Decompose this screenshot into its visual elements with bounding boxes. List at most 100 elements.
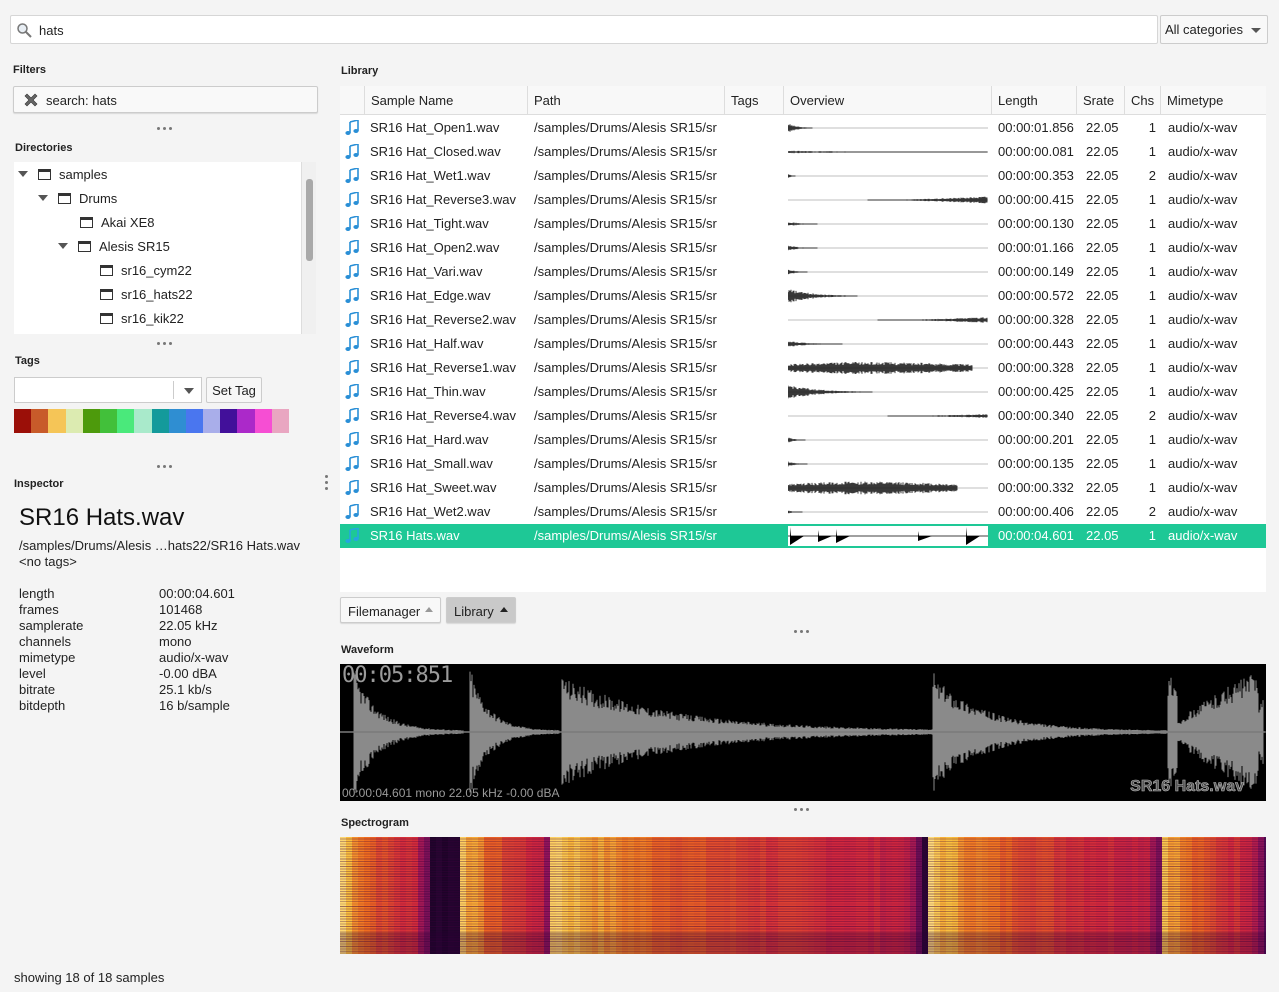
- tags-title: Tags: [15, 355, 40, 367]
- filter-chip[interactable]: search: hats: [13, 86, 318, 113]
- expand-arrow-icon[interactable]: [38, 195, 48, 201]
- column-header-icon[interactable]: [340, 86, 365, 115]
- cell-path: /samples/Drums/Alesis SR15/sr: [534, 408, 717, 423]
- tree-item-alesis-sr15[interactable]: Alesis SR15: [58, 234, 170, 258]
- table-row[interactable]: SR16 Hat_Edge.wav/samples/Drums/Alesis S…: [340, 284, 1266, 308]
- spectrogram-graph: [340, 837, 1266, 954]
- cell-path: /samples/Drums/Alesis SR15/sr: [534, 264, 717, 279]
- column-header-path[interactable]: Path: [528, 86, 725, 115]
- chevron-down-icon[interactable]: [184, 388, 194, 394]
- search-input[interactable]: [39, 19, 1139, 41]
- expand-arrow-icon[interactable]: [18, 171, 28, 177]
- tag-input[interactable]: [14, 377, 202, 403]
- cell-path: /samples/Drums/Alesis SR15/sr: [534, 216, 717, 231]
- table-row[interactable]: SR16 Hat_Reverse2.wav/samples/Drums/Ales…: [340, 308, 1266, 332]
- column-header-srate[interactable]: Srate: [1077, 86, 1125, 115]
- library-table[interactable]: Sample Name Path Tags Overview Length Sr…: [340, 86, 1266, 592]
- cell-name: SR16 Hat_Reverse2.wav: [370, 312, 516, 327]
- tag-color-swatch[interactable]: [82, 409, 100, 433]
- splitter-handle[interactable]: [157, 342, 177, 348]
- table-row[interactable]: SR16 Hat_Thin.wav/samples/Drums/Alesis S…: [340, 380, 1266, 404]
- vertical-splitter-handle[interactable]: [325, 475, 329, 495]
- table-row[interactable]: SR16 Hat_Sweet.wav/samples/Drums/Alesis …: [340, 476, 1266, 500]
- cell-tags: [731, 428, 781, 452]
- column-header-overview[interactable]: Overview: [784, 86, 992, 115]
- tree-item-sr16-hats22[interactable]: sr16_hats22: [100, 282, 193, 306]
- table-row[interactable]: SR16 Hat_Wet1.wav/samples/Drums/Alesis S…: [340, 164, 1266, 188]
- tag-color-swatch[interactable]: [65, 409, 83, 433]
- cell-tags: [731, 500, 781, 524]
- table-row[interactable]: SR16 Hat_Reverse3.wav/samples/Drums/Ales…: [340, 188, 1266, 212]
- column-header-mimetype[interactable]: Mimetype: [1161, 86, 1266, 115]
- table-row[interactable]: SR16 Hat_Tight.wav/samples/Drums/Alesis …: [340, 212, 1266, 236]
- table-row[interactable]: SR16 Hat_Half.wav/samples/Drums/Alesis S…: [340, 332, 1266, 356]
- table-header: Sample Name Path Tags Overview Length Sr…: [340, 86, 1266, 115]
- spectrogram-view[interactable]: [340, 837, 1266, 954]
- tree-item-akai-xe8[interactable]: Akai XE8: [80, 210, 154, 234]
- table-row[interactable]: SR16 Hat_Open2.wav/samples/Drums/Alesis …: [340, 236, 1266, 260]
- column-header-name[interactable]: Sample Name: [365, 86, 528, 115]
- cell-mimetype: audio/x-wav: [1168, 456, 1238, 471]
- splitter-handle[interactable]: [794, 630, 814, 636]
- tree-item-samples[interactable]: samples: [18, 162, 107, 186]
- set-tag-button[interactable]: Set Tag: [206, 377, 262, 403]
- directory-scrollbar[interactable]: [301, 162, 316, 334]
- cell-chs: 1: [1148, 336, 1156, 351]
- tree-item-drums[interactable]: Drums: [38, 186, 117, 210]
- tag-color-swatch[interactable]: [254, 409, 272, 433]
- property-key: bitdepth: [19, 698, 66, 713]
- table-row[interactable]: SR16 Hat_Wet2.wav/samples/Drums/Alesis S…: [340, 500, 1266, 524]
- column-header-chs[interactable]: Chs: [1125, 86, 1161, 115]
- splitter-handle[interactable]: [794, 808, 814, 814]
- property-value: audio/x-wav: [159, 650, 229, 665]
- table-row[interactable]: SR16 Hat_Reverse1.wav/samples/Drums/Ales…: [340, 356, 1266, 380]
- splitter-handle[interactable]: [157, 127, 177, 133]
- tag-color-swatch[interactable]: [203, 409, 221, 433]
- table-row[interactable]: SR16 Hats.wav/samples/Drums/Alesis SR15/…: [340, 524, 1266, 548]
- column-header-length[interactable]: Length: [992, 86, 1077, 115]
- search-bar[interactable]: [10, 15, 1158, 44]
- tag-color-swatches[interactable]: [14, 409, 289, 433]
- tag-color-swatch[interactable]: [185, 409, 204, 433]
- table-row[interactable]: SR16 Hat_Hard.wav/samples/Drums/Alesis S…: [340, 428, 1266, 452]
- cell-path: /samples/Drums/Alesis SR15/sr: [534, 384, 717, 399]
- tag-color-swatch[interactable]: [31, 409, 49, 433]
- tag-color-swatch[interactable]: [99, 409, 118, 433]
- overview-waveform: [788, 341, 988, 347]
- tab-library[interactable]: Library: [446, 597, 516, 623]
- tree-item-label: samples: [59, 166, 108, 182]
- tag-color-swatch[interactable]: [14, 409, 32, 433]
- table-row[interactable]: SR16 Hat_Reverse4.wav/samples/Drums/Ales…: [340, 404, 1266, 428]
- tag-color-swatch[interactable]: [237, 409, 255, 433]
- tag-color-swatch[interactable]: [271, 409, 289, 433]
- tag-color-swatch[interactable]: [168, 409, 186, 433]
- table-row[interactable]: SR16 Hat_Open1.wav/samples/Drums/Alesis …: [340, 116, 1266, 140]
- expand-arrow-icon[interactable]: [58, 243, 68, 249]
- table-row[interactable]: SR16 Hat_Vari.wav/samples/Drums/Alesis S…: [340, 260, 1266, 284]
- music-note-icon: [345, 360, 359, 375]
- waveform-view[interactable]: 00:05:851 00:00:04.601 mono 22.05 kHz -0…: [340, 664, 1266, 801]
- tab-filemanager[interactable]: Filemanager: [340, 597, 441, 623]
- directory-tree[interactable]: samples Drums Akai XE8 Alesis SR15 sr16_…: [14, 162, 316, 334]
- tree-item-label: sr16_kik22: [121, 310, 184, 326]
- tag-color-swatch[interactable]: [134, 409, 152, 433]
- tag-color-swatch[interactable]: [48, 409, 66, 433]
- scrollbar-thumb[interactable]: [306, 179, 313, 261]
- category-select[interactable]: All categories: [1160, 15, 1268, 44]
- overview-waveform: [788, 317, 988, 323]
- inspector-tags: <no tags>: [19, 554, 77, 569]
- cell-chs: 1: [1148, 384, 1156, 399]
- tag-color-swatch[interactable]: [151, 409, 169, 433]
- music-note-icon: [345, 504, 359, 519]
- splitter-handle[interactable]: [157, 465, 177, 471]
- property-key: length: [19, 586, 55, 601]
- tag-color-swatch[interactable]: [117, 409, 135, 433]
- table-row[interactable]: SR16 Hat_Small.wav/samples/Drums/Alesis …: [340, 452, 1266, 476]
- remove-filter-icon[interactable]: [23, 92, 39, 108]
- tree-item-sr16-kik22[interactable]: sr16_kik22: [100, 306, 184, 330]
- column-header-tags[interactable]: Tags: [725, 86, 784, 115]
- music-note-icon: [345, 264, 359, 279]
- table-row[interactable]: SR16 Hat_Closed.wav/samples/Drums/Alesis…: [340, 140, 1266, 164]
- tree-item-sr16-cym22[interactable]: sr16_cym22: [100, 258, 192, 282]
- tag-color-swatch[interactable]: [220, 409, 238, 433]
